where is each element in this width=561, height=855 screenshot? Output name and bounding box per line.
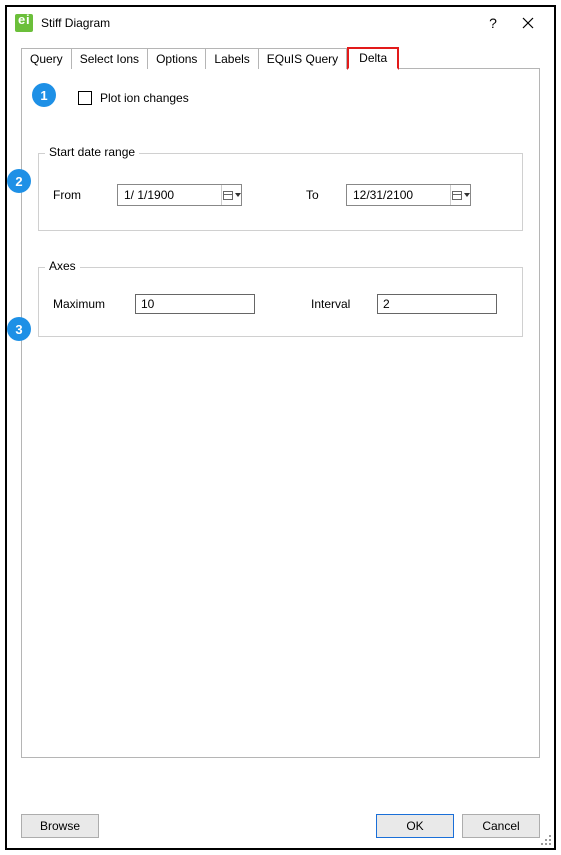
title-controls: ? [478, 9, 548, 37]
from-label: From [53, 188, 107, 202]
window-title: Stiff Diagram [41, 16, 478, 30]
axes-legend: Axes [45, 259, 80, 273]
from-date-dropdown-button[interactable] [221, 185, 241, 205]
plot-ion-changes-checkbox[interactable] [78, 91, 92, 105]
to-label: To [306, 188, 336, 202]
from-date-value: 1/ 1/1900 [118, 188, 221, 202]
close-button[interactable] [508, 9, 548, 37]
content-area: Query Select Ions Options Labels EQuIS Q… [7, 39, 554, 808]
plot-ion-changes-row: Plot ion changes [78, 91, 523, 105]
annotation-3: 3 [7, 317, 31, 341]
tabstrip: Query Select Ions Options Labels EQuIS Q… [21, 47, 540, 69]
axes-row: Maximum 10 Interval 2 [53, 294, 508, 314]
annotation-2: 2 [7, 169, 31, 193]
cancel-button[interactable]: Cancel [462, 814, 540, 838]
tab-select-ions[interactable]: Select Ions [72, 48, 148, 69]
titlebar: Stiff Diagram ? [7, 7, 554, 39]
date-range-row: From 1/ 1/1900 To 12/31/2100 [53, 184, 508, 206]
axes-group: Axes Maximum 10 Interval 2 [38, 267, 523, 337]
dialog-window: Stiff Diagram ? Query Select Ions Option… [5, 5, 556, 850]
plot-ion-changes-label: Plot ion changes [100, 91, 189, 105]
start-date-range-legend: Start date range [45, 145, 139, 159]
app-icon [15, 14, 33, 32]
tab-query[interactable]: Query [21, 48, 72, 69]
calendar-icon [452, 191, 462, 200]
start-date-range-group: Start date range From 1/ 1/1900 To 12/31… [38, 153, 523, 231]
browse-button[interactable]: Browse [21, 814, 99, 838]
maximum-label: Maximum [53, 297, 117, 311]
annotation-1: 1 [32, 83, 56, 107]
resize-grip[interactable] [539, 833, 551, 845]
tab-equis-query[interactable]: EQuIS Query [259, 48, 347, 69]
interval-value: 2 [383, 297, 390, 311]
help-button[interactable]: ? [478, 9, 508, 37]
tab-labels[interactable]: Labels [206, 48, 258, 69]
interval-input[interactable]: 2 [377, 294, 497, 314]
ok-button[interactable]: OK [376, 814, 454, 838]
maximum-value: 10 [141, 297, 154, 311]
tabpanel-delta: 1 Plot ion changes Start date range From… [21, 68, 540, 758]
calendar-icon [223, 191, 233, 200]
to-date-dropdown-button[interactable] [450, 185, 470, 205]
chevron-down-icon [464, 193, 470, 197]
tab-options[interactable]: Options [148, 48, 206, 69]
tab-delta[interactable]: Delta [347, 47, 399, 70]
chevron-down-icon [235, 193, 241, 197]
to-date-value: 12/31/2100 [347, 188, 450, 202]
to-date-picker[interactable]: 12/31/2100 [346, 184, 471, 206]
from-date-picker[interactable]: 1/ 1/1900 [117, 184, 242, 206]
button-bar: Browse OK Cancel [7, 808, 554, 848]
interval-label: Interval [311, 297, 359, 311]
maximum-input[interactable]: 10 [135, 294, 255, 314]
